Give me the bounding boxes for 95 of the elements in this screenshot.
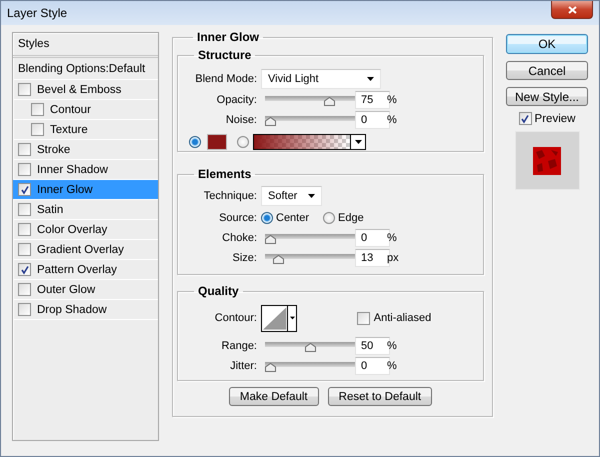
- caret-icon: [290, 316, 295, 320]
- style-label: Outer Glow: [37, 284, 96, 296]
- option-label: Edge: [338, 212, 364, 224]
- dialog-button[interactable]: Cancel: [506, 61, 588, 80]
- unit-label: %: [387, 340, 398, 352]
- checkbox[interactable]: [356, 312, 370, 324]
- style-item[interactable]: Drop Shadow: [13, 300, 158, 320]
- dialog-button[interactable]: New Style...: [506, 87, 588, 106]
- option-label: Center: [276, 212, 310, 224]
- style-item[interactable]: Contour: [13, 100, 158, 120]
- checkbox[interactable]: [518, 112, 532, 125]
- field-label: Choke:: [222, 232, 257, 244]
- window-title: Layer Style: [7, 6, 68, 20]
- unit-label: %: [387, 114, 398, 126]
- style-item[interactable]: Inner Glow: [13, 180, 158, 200]
- checkbox-label: Preview: [534, 112, 576, 124]
- checkbox[interactable]: [31, 103, 44, 116]
- unit-label: px: [387, 252, 400, 264]
- technique-dropdown[interactable]: Softer: [261, 186, 322, 206]
- radio-button[interactable]: [323, 212, 336, 224]
- unit-label: %: [387, 232, 398, 244]
- style-label: Gradient Overlay: [37, 244, 124, 256]
- blend-mode-dropdown[interactable]: Vivid Light: [261, 69, 381, 89]
- style-label: Texture: [50, 124, 88, 136]
- slider-thumb[interactable]: [272, 255, 284, 264]
- close-icon: [568, 6, 576, 14]
- slider-thumb[interactable]: [324, 97, 336, 106]
- close-button[interactable]: [551, 1, 593, 19]
- slider-thumb[interactable]: [304, 343, 316, 352]
- blending-options-item[interactable]: Blending Options:Default: [13, 58, 158, 80]
- style-item[interactable]: Bevel & Emboss: [13, 80, 158, 100]
- section-title: Structure: [197, 48, 252, 62]
- field-label: Source:: [219, 212, 257, 224]
- field-label: Blend Mode:: [195, 73, 257, 85]
- field-label: Size:: [232, 252, 257, 264]
- caret-icon: [354, 140, 362, 144]
- checkbox[interactable]: [18, 263, 31, 276]
- style-label: Satin: [37, 204, 64, 216]
- style-item[interactable]: Pattern Overlay: [13, 260, 158, 280]
- caret-icon: [308, 194, 315, 198]
- checkbox[interactable]: [18, 183, 31, 196]
- style-label: Inner Shadow: [37, 164, 108, 176]
- style-label: Contour: [50, 104, 91, 116]
- field-label: Technique:: [204, 190, 257, 202]
- style-label: Inner Glow: [37, 184, 93, 196]
- section-title: Elements: [197, 167, 252, 181]
- style-item[interactable]: Texture: [13, 120, 158, 140]
- color-swatch[interactable]: [207, 134, 227, 150]
- radio-button[interactable]: [189, 136, 201, 148]
- panel-header: Styles: [13, 33, 158, 58]
- unit-label: %: [387, 94, 398, 106]
- style-label: Drop Shadow: [37, 304, 107, 316]
- radio-button[interactable]: [261, 212, 273, 224]
- style-item[interactable]: Color Overlay: [13, 220, 158, 240]
- radio-button[interactable]: [237, 136, 249, 148]
- texture-swatch-drawing: [533, 146, 561, 174]
- checkbox[interactable]: [18, 143, 31, 156]
- gradient-picker[interactable]: [253, 134, 366, 150]
- slider-thumb[interactable]: [265, 363, 276, 372]
- field-label: Jitter:: [230, 360, 257, 372]
- style-label: Stroke: [37, 144, 70, 156]
- checkbox[interactable]: [18, 163, 31, 176]
- checkbox-label: Anti-aliased: [374, 312, 432, 324]
- slider-track[interactable]: [265, 232, 355, 244]
- style-item[interactable]: Gradient Overlay: [13, 240, 158, 260]
- style-item[interactable]: Stroke: [13, 140, 158, 160]
- dialog-button[interactable]: OK: [506, 34, 588, 54]
- style-item[interactable]: Outer Glow: [13, 280, 158, 300]
- slider-track[interactable]: [265, 360, 355, 372]
- field-label: Noise:: [226, 114, 257, 126]
- slider-thumb[interactable]: [265, 235, 276, 244]
- unit-label: %: [387, 360, 398, 372]
- field-label: Range:: [222, 340, 257, 352]
- checkbox[interactable]: [18, 223, 31, 236]
- checkbox[interactable]: [18, 243, 31, 256]
- field-label: Contour:: [214, 312, 257, 324]
- checkbox[interactable]: [18, 203, 31, 216]
- checkbox[interactable]: [18, 283, 31, 296]
- field-label: Opacity:: [216, 94, 257, 106]
- section-title: Inner Glow: [196, 30, 260, 44]
- caret-icon: [367, 77, 374, 81]
- checkbox[interactable]: [31, 123, 44, 136]
- checkbox[interactable]: [18, 303, 31, 316]
- style-label: Pattern Overlay: [37, 264, 117, 276]
- checkbox[interactable]: [18, 83, 31, 96]
- contour-picker[interactable]: [261, 304, 297, 332]
- style-label: Color Overlay: [37, 224, 108, 236]
- slider-thumb[interactable]: [265, 117, 276, 126]
- contour-curve-icon: [262, 306, 288, 330]
- dialog-button[interactable]: Make Default: [228, 387, 319, 406]
- section-title: Quality: [197, 284, 240, 298]
- slider-track[interactable]: [265, 114, 355, 126]
- style-label: Bevel & Emboss: [37, 84, 122, 96]
- dialog-button[interactable]: Reset to Default: [328, 387, 432, 406]
- style-item[interactable]: Satin: [13, 200, 158, 220]
